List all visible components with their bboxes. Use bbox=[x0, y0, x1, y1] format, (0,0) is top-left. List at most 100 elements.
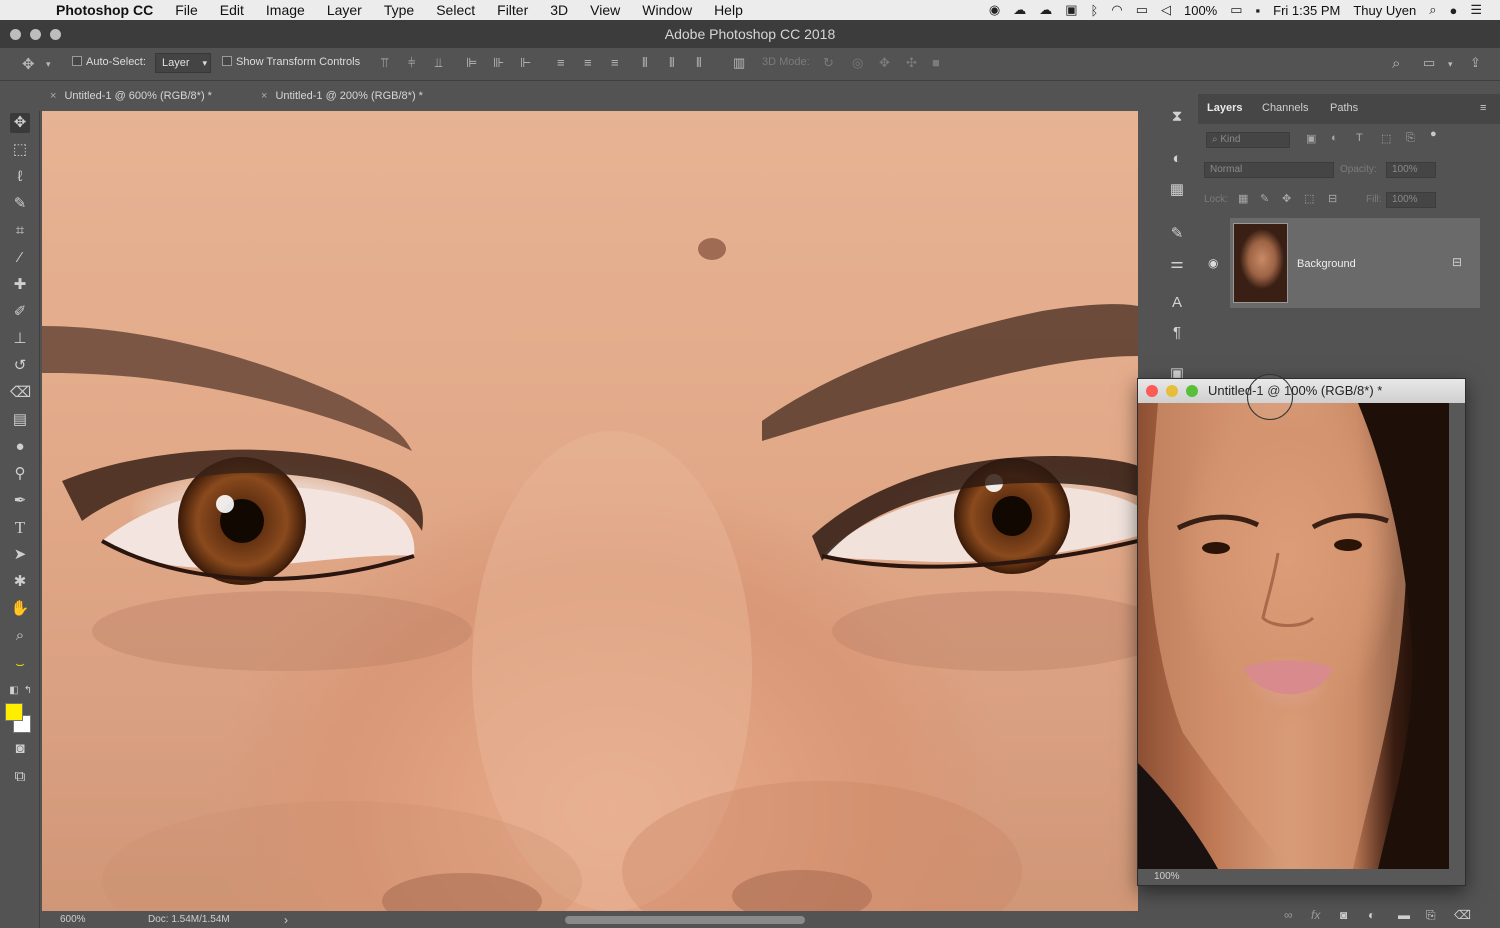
filter-adjustment-icon[interactable]: ◐ bbox=[1331, 132, 1338, 144]
distribute-horizontal-icon[interactable]: ⦀ bbox=[669, 55, 675, 71]
3d-orbit-icon[interactable]: ↻ bbox=[823, 55, 834, 71]
foreground-color-swatch[interactable] bbox=[5, 703, 23, 721]
new-layer-icon[interactable]: ⎘ bbox=[1426, 908, 1436, 923]
crop-tool-icon[interactable]: ⌗ bbox=[10, 221, 30, 241]
volume-icon[interactable]: ◁ bbox=[1161, 2, 1171, 18]
filter-smart-object-icon[interactable]: ⎘ bbox=[1406, 132, 1415, 145]
menu-image[interactable]: Image bbox=[255, 2, 316, 18]
menu-file[interactable]: File bbox=[164, 2, 209, 18]
share-icon[interactable]: ⇪ bbox=[1470, 55, 1481, 71]
3d-pan-icon[interactable]: ✥ bbox=[879, 55, 890, 71]
close-window-button[interactable] bbox=[10, 29, 21, 40]
show-transform-option[interactable]: Show Transform Controls bbox=[222, 56, 360, 68]
adjustments-panel-icon[interactable]: ◐ bbox=[1166, 150, 1188, 167]
lock-position-icon[interactable]: ✥ bbox=[1282, 192, 1291, 205]
dodge-tool-icon[interactable]: ⚲ bbox=[10, 464, 30, 484]
horizontal-scrollbar[interactable] bbox=[565, 916, 805, 924]
brush-settings-icon[interactable]: ✎ bbox=[1166, 224, 1188, 242]
menu-window[interactable]: Window bbox=[631, 2, 703, 18]
minimize-window-button[interactable] bbox=[1166, 385, 1178, 397]
minimize-window-button[interactable] bbox=[30, 29, 41, 40]
floating-canvas[interactable] bbox=[1138, 403, 1449, 869]
delete-layer-icon[interactable]: ⌫ bbox=[1454, 908, 1471, 922]
cloud-sync-icon[interactable]: ☁ bbox=[1039, 2, 1052, 18]
paragraph-panel-icon[interactable]: ¶ bbox=[1166, 324, 1188, 341]
lock-artboard-icon[interactable]: ⬚ bbox=[1304, 192, 1314, 205]
spotlight-search-icon[interactable]: ⌕ bbox=[1429, 2, 1436, 18]
blend-mode-dropdown[interactable]: Normal bbox=[1204, 162, 1334, 178]
status-menu-arrow[interactable]: › bbox=[284, 913, 288, 927]
record-icon[interactable]: ◉ bbox=[989, 2, 1000, 18]
floating-document-window[interactable]: Untitled-1 @ 100% (RGB/8*) * 100% bbox=[1137, 378, 1466, 886]
libraries-panel-icon[interactable]: ▦ bbox=[1166, 180, 1188, 198]
history-brush-tool-icon[interactable]: ↺ bbox=[10, 356, 30, 376]
floating-zoom-level[interactable]: 100% bbox=[1154, 871, 1180, 882]
search-icon[interactable]: ⌕ bbox=[1392, 55, 1400, 72]
pen-tool-icon[interactable]: ✒ bbox=[10, 491, 30, 511]
edit-toolbar-icon[interactable]: ⌣ bbox=[10, 655, 30, 675]
type-tool-icon[interactable]: T bbox=[10, 518, 30, 538]
align-horizontal-center-icon[interactable]: ⊪ bbox=[493, 55, 504, 71]
clock[interactable]: Fri 1:35 PM bbox=[1273, 3, 1340, 18]
zoom-tool-icon[interactable]: ⌕ bbox=[10, 626, 30, 646]
menu-help[interactable]: Help bbox=[703, 2, 754, 18]
custom-shape-tool-icon[interactable]: ✱ bbox=[10, 572, 30, 592]
close-tab-icon[interactable]: × bbox=[261, 90, 267, 102]
align-vertical-center-icon[interactable]: ⫩ bbox=[408, 55, 415, 71]
creative-cloud-icon[interactable]: ☁ bbox=[1013, 2, 1026, 18]
history-panel-icon[interactable]: ⧗ bbox=[1166, 108, 1188, 125]
gradient-tool-icon[interactable]: ▤ bbox=[10, 410, 30, 430]
new-group-icon[interactable]: ▬ bbox=[1398, 908, 1410, 922]
panel-menu-icon[interactable]: ≡ bbox=[1480, 102, 1486, 114]
notification-icon[interactable]: ▣ bbox=[1065, 2, 1077, 18]
close-tab-icon[interactable]: × bbox=[50, 90, 56, 102]
user-name[interactable]: Thuy Uyen bbox=[1353, 3, 1416, 18]
menu-layer[interactable]: Layer bbox=[316, 2, 373, 18]
lasso-tool-icon[interactable]: ℓ bbox=[10, 167, 30, 187]
layer-row-background[interactable]: Background ⊟ bbox=[1230, 218, 1480, 308]
close-window-button[interactable] bbox=[1146, 385, 1158, 397]
move-tool-icon[interactable]: ✥ bbox=[10, 113, 30, 133]
opacity-field[interactable]: 100% bbox=[1386, 162, 1436, 178]
layer-lock-icon[interactable]: ⊟ bbox=[1452, 255, 1462, 269]
align-top-icon[interactable]: ⫪ bbox=[381, 55, 388, 71]
lock-all-icon[interactable]: ⊟ bbox=[1328, 192, 1337, 205]
character-panel-icon[interactable]: A bbox=[1166, 294, 1188, 311]
align-right-icon[interactable]: ⊩ bbox=[520, 55, 531, 71]
distribute-bottom-icon[interactable]: ≡ bbox=[611, 55, 619, 70]
workspace-icon[interactable]: ▭ bbox=[1423, 55, 1435, 71]
align-left-icon[interactable]: ⊫ bbox=[466, 55, 477, 71]
tab-paths[interactable]: Paths bbox=[1330, 102, 1358, 114]
layer-style-icon[interactable]: fx bbox=[1311, 908, 1320, 922]
menu-type[interactable]: Type bbox=[373, 2, 425, 18]
fill-field[interactable]: 100% bbox=[1386, 192, 1436, 208]
quick-selection-tool-icon[interactable]: ✎ bbox=[10, 194, 30, 214]
distribute-left-icon[interactable]: ⦀ bbox=[642, 55, 648, 71]
tab-layers[interactable]: Layers bbox=[1207, 102, 1242, 114]
layer-filter-kind[interactable]: ⌕ Kind bbox=[1206, 132, 1290, 148]
input-source-icon[interactable]: ▪ bbox=[1256, 3, 1261, 18]
auto-select-checkbox[interactable] bbox=[72, 56, 82, 66]
auto-select-dropdown[interactable]: Layer ▾ bbox=[155, 53, 211, 73]
menu-view[interactable]: View bbox=[579, 2, 631, 18]
wifi-icon[interactable]: ◠ bbox=[1111, 2, 1122, 18]
align-bottom-icon[interactable]: ⫫ bbox=[435, 55, 442, 71]
tab-document-600[interactable]: × Untitled-1 @ 600% (RGB/8*) * bbox=[50, 90, 212, 102]
filter-shape-icon[interactable]: ⬚ bbox=[1381, 132, 1391, 145]
menu-filter[interactable]: Filter bbox=[486, 2, 539, 18]
airplay-icon[interactable]: ▭ bbox=[1136, 2, 1148, 18]
add-mask-icon[interactable]: ◙ bbox=[1340, 908, 1347, 922]
eraser-tool-icon[interactable]: ⌫ bbox=[10, 383, 31, 403]
eyedropper-tool-icon[interactable]: ⁄ bbox=[10, 248, 30, 268]
battery-icon[interactable]: ▭ bbox=[1230, 2, 1242, 18]
new-adjustment-layer-icon[interactable]: ◐ bbox=[1368, 908, 1375, 922]
path-selection-tool-icon[interactable]: ➤ bbox=[10, 545, 30, 565]
move-tool-preset-icon[interactable]: ✥ bbox=[22, 55, 35, 73]
healing-brush-tool-icon[interactable]: ✚ bbox=[10, 275, 30, 295]
filter-type-icon[interactable]: T bbox=[1356, 132, 1363, 144]
tab-document-200[interactable]: × Untitled-1 @ 200% (RGB/8*) * bbox=[261, 90, 423, 102]
3d-roll-icon[interactable]: ◎ bbox=[852, 55, 863, 71]
menu-3d[interactable]: 3D bbox=[539, 2, 579, 18]
distribute-center-icon[interactable]: ≡ bbox=[584, 55, 592, 70]
zoom-window-button[interactable] bbox=[1186, 385, 1198, 397]
